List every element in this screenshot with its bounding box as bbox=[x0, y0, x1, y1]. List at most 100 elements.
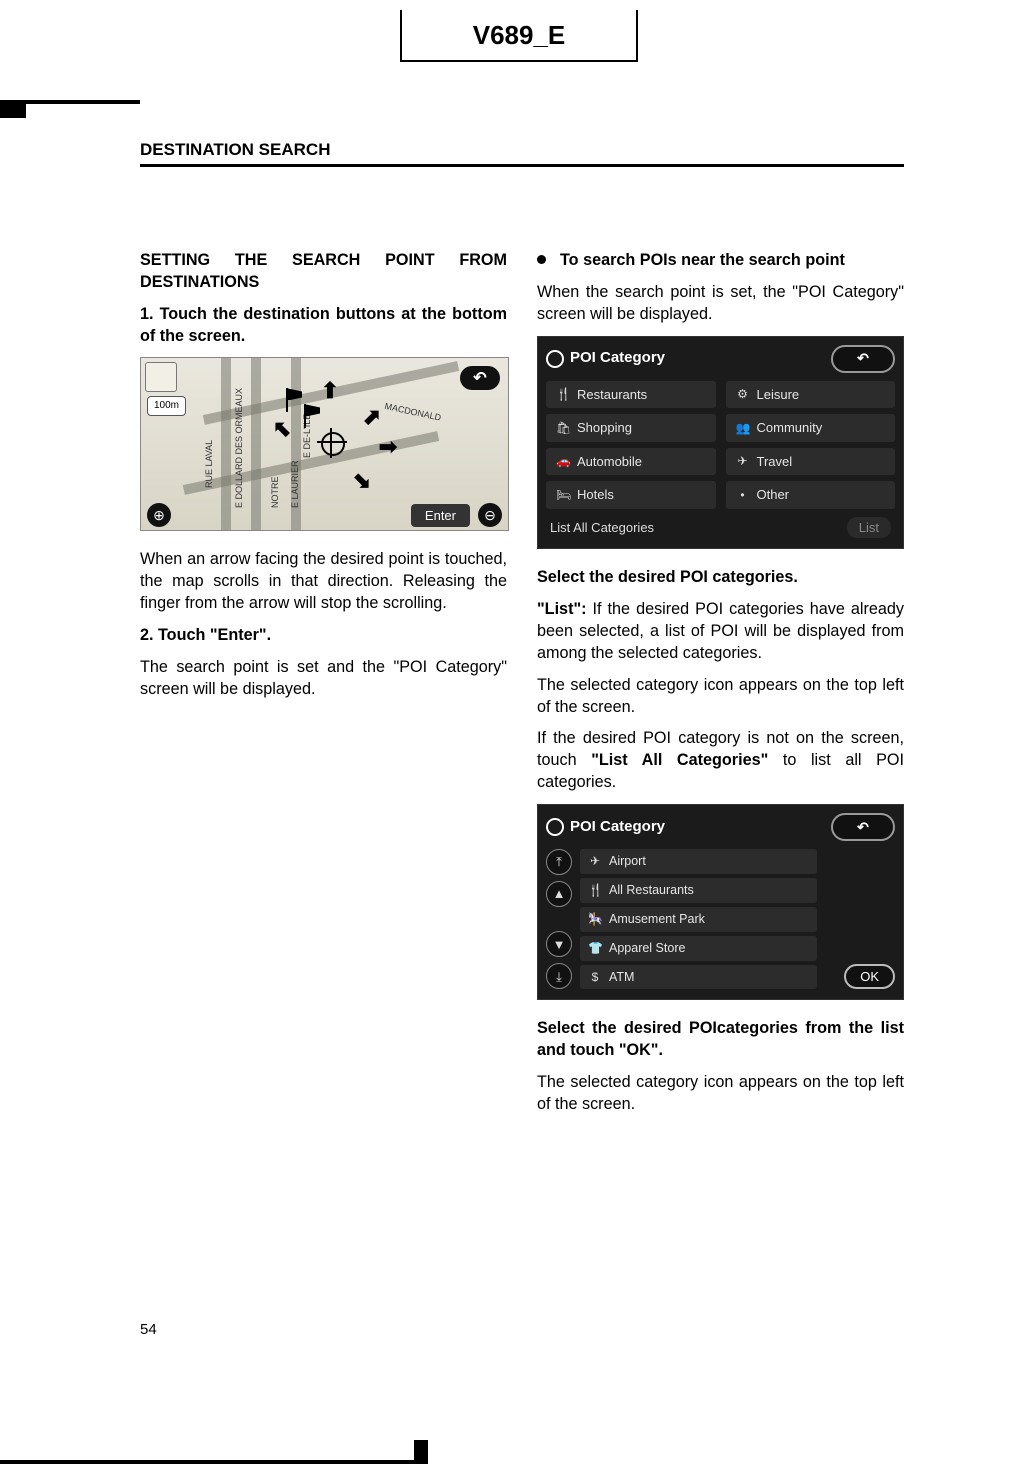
left-heading: SETTING THE SEARCH POINT FROM DESTINATIO… bbox=[140, 250, 507, 294]
arrow-downright-icon[interactable]: ⬊ bbox=[351, 470, 373, 492]
paragraph: The selected category icon appears on th… bbox=[537, 675, 904, 719]
arrow-right-icon[interactable]: ➡ bbox=[377, 436, 399, 458]
category-button[interactable]: 🚗 Automobile bbox=[546, 448, 716, 476]
poi-category-screenshot: POI Category ↶ 🍴 Restaurants ⚙ Leisure 🛍 Sh… bbox=[537, 336, 904, 550]
map-screenshot: 100m ↶ RUE LAVAL E DOLLARD DES ORMEAUX N… bbox=[140, 357, 509, 531]
target-icon bbox=[546, 350, 564, 368]
list-item[interactable]: ✈ Airport bbox=[580, 849, 817, 874]
screenshot-header: POI Category ↶ bbox=[546, 813, 895, 841]
page: V689_E DESTINATION SEARCH SETTING THE SE… bbox=[0, 0, 1034, 1468]
back-button[interactable]: ↶ bbox=[831, 813, 895, 841]
category-button[interactable]: ⚙ Leisure bbox=[726, 381, 896, 409]
scroll-top-button[interactable]: ⤒ bbox=[546, 849, 572, 875]
screenshot-title: POI Category bbox=[570, 348, 665, 368]
street-label: MACDONALD bbox=[383, 400, 442, 424]
paragraph: If the desired POI category is not on th… bbox=[537, 728, 904, 794]
paragraph-text: If the desired POI categories have alrea… bbox=[537, 600, 904, 662]
airport-icon: ✈ bbox=[588, 853, 602, 869]
paragraph-bold: Select the desired POIcategories from th… bbox=[537, 1018, 904, 1062]
list-item-label: Apparel Store bbox=[609, 940, 685, 957]
section-header: DESTINATION SEARCH bbox=[140, 140, 904, 167]
category-button[interactable]: ✈ Travel bbox=[726, 448, 896, 476]
arrow-upleft-icon[interactable]: ⬉ bbox=[271, 418, 293, 440]
list-all-bold: "List All Categories" bbox=[591, 751, 768, 769]
page-number: 54 bbox=[140, 1321, 157, 1338]
step-2: 2. Touch "Enter". bbox=[140, 625, 507, 647]
list-item-label: ATM bbox=[609, 969, 634, 986]
screenshot-title: POI Category bbox=[570, 817, 665, 837]
flag-icon bbox=[286, 388, 304, 412]
category-button[interactable]: 🍴 Restaurants bbox=[546, 381, 716, 409]
right-column: To search POIs near the search point Whe… bbox=[537, 250, 904, 1126]
list-item-label: All Restaurants bbox=[609, 882, 694, 899]
scroll-down-button[interactable]: ▼ bbox=[546, 931, 572, 957]
target-icon bbox=[546, 818, 564, 836]
list-item[interactable]: 🎠 Amusement Park bbox=[580, 907, 817, 932]
screenshot-footer: List All Categories List bbox=[546, 517, 895, 539]
enter-button[interactable]: Enter bbox=[411, 504, 470, 528]
list-item[interactable]: 👕 Apparel Store bbox=[580, 936, 817, 961]
community-icon: 👥 bbox=[736, 420, 750, 436]
paragraph: When the search point is set, the "POI C… bbox=[537, 282, 904, 326]
hotels-icon: 🛏 bbox=[556, 487, 570, 503]
back-button[interactable]: ↶ bbox=[831, 345, 895, 373]
step-1: 1. Touch the destination buttons at the … bbox=[140, 304, 507, 348]
list-item[interactable]: $ ATM bbox=[580, 965, 817, 990]
zoom-out-button[interactable]: ⊖ bbox=[478, 503, 502, 527]
arrow-upright-icon[interactable]: ⬈ bbox=[361, 406, 383, 428]
category-label: Automobile bbox=[577, 453, 642, 471]
map-badge-icon bbox=[145, 362, 177, 392]
paragraph: "List": If the desired POI categories ha… bbox=[537, 599, 904, 665]
category-button[interactable]: •Other bbox=[726, 481, 896, 509]
category-label: Travel bbox=[757, 453, 793, 471]
paragraph: When an arrow facing the desired point i… bbox=[140, 549, 507, 615]
category-label: Shopping bbox=[577, 419, 632, 437]
list-row: ⤒ ▲ ▼ ⤓ ✈ Airport 🍴 All Restaurants 🎠 Amuse… bbox=[546, 849, 895, 989]
poi-category-list-screenshot: POI Category ↶ ⤒ ▲ ▼ ⤓ ✈ Airport 🍴 All Res… bbox=[537, 804, 904, 1000]
scroll-up-button[interactable]: ▲ bbox=[546, 881, 572, 907]
paragraph: The selected category icon appears on th… bbox=[537, 1072, 904, 1116]
category-button[interactable]: 🛍 Shopping bbox=[546, 414, 716, 442]
category-button[interactable]: 👥 Community bbox=[726, 414, 896, 442]
map-scale-label: 100m bbox=[147, 396, 186, 416]
category-label: Restaurants bbox=[577, 386, 647, 404]
apparel-icon: 👕 bbox=[588, 940, 602, 956]
content-area: SETTING THE SEARCH POINT FROM DESTINATIO… bbox=[140, 250, 904, 1126]
restaurants-icon: 🍴 bbox=[556, 386, 570, 402]
header-title-box: V689_E bbox=[400, 10, 638, 62]
list-item[interactable]: 🍴 All Restaurants bbox=[580, 878, 817, 903]
bullet-text: To search POIs near the search point bbox=[560, 250, 845, 272]
ok-cell: OK bbox=[825, 849, 895, 989]
other-icon: • bbox=[736, 487, 750, 503]
category-label: Hotels bbox=[577, 486, 614, 504]
shopping-icon: 🛍 bbox=[556, 420, 570, 436]
leisure-icon: ⚙ bbox=[736, 386, 750, 402]
ok-button[interactable]: OK bbox=[844, 964, 895, 990]
paragraph-bold: Select the desired POI categories. bbox=[537, 567, 904, 589]
arrow-up-icon[interactable]: ⬆ bbox=[319, 380, 341, 402]
list-item-label: Amusement Park bbox=[609, 911, 705, 928]
flag-icon bbox=[304, 404, 322, 428]
header-title: V689_E bbox=[473, 20, 566, 51]
travel-icon: ✈ bbox=[736, 453, 750, 469]
map-back-button[interactable]: ↶ bbox=[460, 366, 500, 390]
screenshot-header: POI Category ↶ bbox=[546, 345, 895, 373]
restaurants-icon: 🍴 bbox=[588, 882, 602, 898]
zoom-in-button[interactable]: ⊕ bbox=[147, 503, 171, 527]
automobile-icon: 🚗 bbox=[556, 453, 570, 469]
list-button[interactable]: List bbox=[847, 517, 891, 539]
category-label: Leisure bbox=[757, 386, 800, 404]
list-item-label: Airport bbox=[609, 853, 646, 870]
category-grid: 🍴 Restaurants ⚙ Leisure 🛍 Shopping 👥 Communi… bbox=[546, 381, 895, 509]
category-button[interactable]: 🛏 Hotels bbox=[546, 481, 716, 509]
category-label: Community bbox=[757, 419, 823, 437]
scroll-column: ⤒ ▲ ▼ ⤓ bbox=[546, 849, 572, 989]
street-label: RUE LAVAL bbox=[203, 440, 215, 488]
category-list: ✈ Airport 🍴 All Restaurants 🎠 Amusement Par… bbox=[580, 849, 817, 989]
amusement-icon: 🎠 bbox=[588, 911, 602, 927]
street-label: E DOLLARD DES ORMEAUX bbox=[233, 388, 245, 508]
atm-icon: $ bbox=[588, 969, 602, 985]
list-all-categories-button[interactable]: List All Categories bbox=[550, 519, 654, 537]
bullet-heading: To search POIs near the search point bbox=[537, 250, 904, 272]
scroll-bottom-button[interactable]: ⤓ bbox=[546, 963, 572, 989]
